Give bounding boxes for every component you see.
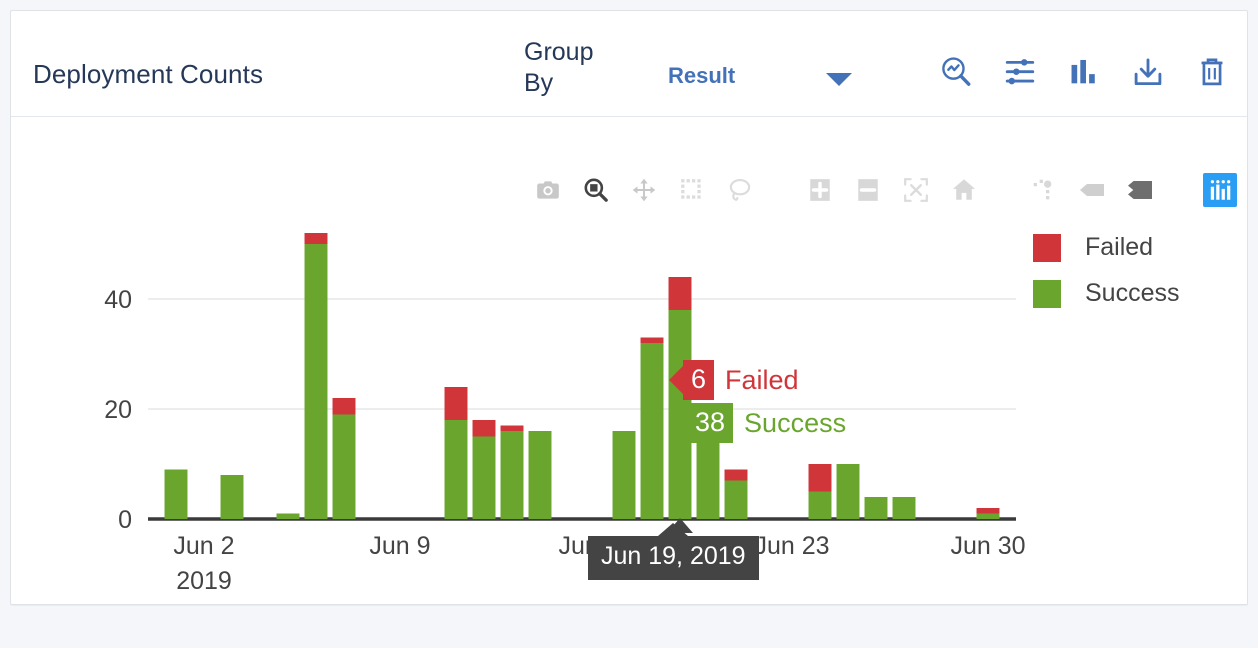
plot-region[interactable]: 02040Jun 22019Jun 9Jun 16Jun 23Jun 30 Fa… <box>11 118 1247 604</box>
bar-segment-success[interactable] <box>725 481 748 520</box>
bar-segment-success[interactable] <box>697 437 720 520</box>
hover-value-failed: 6 <box>683 360 714 400</box>
bar-segment-failed[interactable] <box>669 277 692 310</box>
bar-segment-failed[interactable] <box>977 508 1000 514</box>
bar-segment-success[interactable] <box>277 514 300 520</box>
legend-swatch-success <box>1033 280 1061 308</box>
bar-segment-success[interactable] <box>977 514 1000 520</box>
svg-text:Jun 9: Jun 9 <box>369 532 430 560</box>
chart-svg[interactable]: 02040Jun 22019Jun 9Jun 16Jun 23Jun 30 <box>11 118 1249 606</box>
settings-sliders-icon[interactable] <box>1003 55 1037 89</box>
bar-segment-success[interactable] <box>165 470 188 520</box>
hover-series-success: Success <box>744 408 846 439</box>
bar-segment-failed[interactable] <box>501 426 524 432</box>
group-by-label: Group By <box>524 37 616 99</box>
panel-toolbar <box>939 55 1229 89</box>
svg-text:0: 0 <box>118 506 132 534</box>
panel-header: Deployment Counts Group By Result <box>11 11 1247 117</box>
explore-search-icon[interactable] <box>939 55 973 89</box>
bar-segment-failed[interactable] <box>641 338 664 344</box>
bar-segment-failed[interactable] <box>445 387 468 420</box>
bar-segment-failed[interactable] <box>473 420 496 437</box>
chevron-down-icon[interactable] <box>826 73 852 86</box>
group-by-value[interactable]: Result <box>668 63 735 89</box>
bar-segment-success[interactable] <box>473 437 496 520</box>
bar-segment-failed[interactable] <box>725 470 748 481</box>
bar-segment-failed[interactable] <box>809 464 832 492</box>
bar-segment-success[interactable] <box>837 464 860 519</box>
svg-text:Jun 23: Jun 23 <box>754 532 829 560</box>
bar-segment-success[interactable] <box>613 431 636 519</box>
bar-segment-failed[interactable] <box>333 398 356 415</box>
bar-segment-success[interactable] <box>809 492 832 520</box>
legend-item-success[interactable]: Success <box>1033 279 1179 308</box>
bar-segment-success[interactable] <box>529 431 552 519</box>
bar-segment-success[interactable] <box>305 244 328 519</box>
svg-text:20: 20 <box>104 396 132 424</box>
chart-panel-card: Deployment Counts Group By Result <box>10 10 1248 605</box>
bar-segment-success[interactable] <box>893 497 916 519</box>
page-title: Deployment Counts <box>33 59 263 90</box>
bar-segment-success[interactable] <box>641 343 664 519</box>
hover-series-failed: Failed <box>725 365 799 396</box>
hover-label-failed: 6 Failed <box>683 360 799 400</box>
bar-segment-success[interactable] <box>445 420 468 519</box>
chart-legend: Failed Success <box>1033 233 1179 325</box>
hover-value-success: 38 <box>687 403 733 443</box>
svg-text:40: 40 <box>104 286 132 314</box>
bar-segment-success[interactable] <box>333 415 356 520</box>
bar-segment-failed[interactable] <box>305 233 328 244</box>
bar-segment-success[interactable] <box>221 475 244 519</box>
bar-chart[interactable]: 02040Jun 22019Jun 9Jun 16Jun 23Jun 30 <box>11 118 1249 606</box>
bar-segment-success[interactable] <box>501 431 524 519</box>
legend-item-failed[interactable]: Failed <box>1033 233 1179 262</box>
legend-swatch-failed <box>1033 234 1061 262</box>
svg-text:2019: 2019 <box>176 567 232 595</box>
hover-label-success: 38 Success <box>687 403 846 443</box>
x-axis-hover-tooltip: Jun 19, 2019 <box>588 536 759 580</box>
download-icon[interactable] <box>1131 55 1165 89</box>
bar-segment-success[interactable] <box>865 497 888 519</box>
trash-icon[interactable] <box>1195 55 1229 89</box>
legend-label-failed: Failed <box>1085 233 1153 262</box>
legend-label-success: Success <box>1085 279 1179 308</box>
svg-text:Jun 2: Jun 2 <box>173 532 234 560</box>
bar-chart-icon[interactable] <box>1067 55 1101 89</box>
svg-text:Jun 30: Jun 30 <box>950 532 1025 560</box>
